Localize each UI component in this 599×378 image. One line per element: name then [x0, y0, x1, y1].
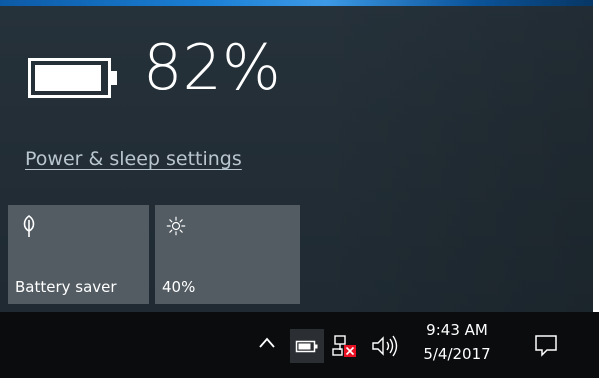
taskbar: 9:43 AM 5/4/2017 [0, 312, 599, 378]
brightness-label: 40% [162, 278, 196, 296]
taskbar-clock[interactable]: 9:43 AM 5/4/2017 [416, 318, 498, 366]
screen: 82% Power & sleep settings Battery saver [0, 0, 599, 378]
brightness-icon [166, 216, 186, 236]
battery-flyout: 82% Power & sleep settings Battery saver [0, 0, 593, 312]
battery-tray-button[interactable] [290, 329, 324, 363]
battery-saver-tile[interactable]: Battery saver [8, 205, 149, 304]
leaf-icon [23, 215, 35, 237]
clock-time: 9:43 AM [426, 321, 488, 339]
chevron-up-icon[interactable] [257, 335, 277, 351]
battery-percentage: 82% [143, 31, 281, 104]
power-sleep-settings-link[interactable]: Power & sleep settings [25, 148, 242, 170]
flyout-shade [313, 0, 593, 312]
battery-icon [295, 340, 318, 353]
clock-date: 5/4/2017 [423, 345, 491, 363]
volume-icon[interactable] [370, 334, 400, 358]
battery-saver-label: Battery saver [15, 278, 117, 296]
brightness-tile[interactable]: 40% [155, 205, 300, 304]
action-center-icon[interactable] [533, 332, 559, 358]
battery-large-icon [28, 58, 117, 98]
network-disconnected-icon[interactable] [330, 332, 358, 360]
